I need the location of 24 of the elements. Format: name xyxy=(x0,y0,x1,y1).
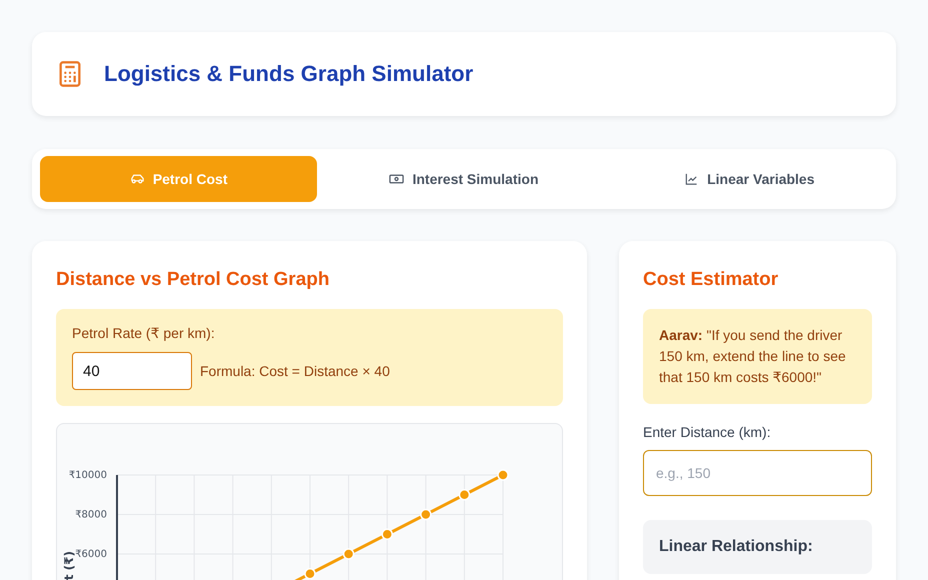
data-point xyxy=(458,489,470,500)
y-tick-label: ₹6000 xyxy=(75,549,107,560)
app-title: Logistics & Funds Graph Simulator xyxy=(104,61,474,87)
field-label: Enter Distance (km): xyxy=(643,424,772,440)
section-title: Distance vs Petrol Cost Graph xyxy=(56,269,330,291)
data-point xyxy=(381,528,393,540)
distance-input[interactable]: e.g., 150 xyxy=(643,450,872,496)
car-icon xyxy=(130,173,145,185)
tab[interactable]: Interest Simulation xyxy=(325,156,603,202)
tab[interactable]: Linear Variables xyxy=(610,156,888,202)
formula-text: Formula: Cost = Distance × 40 xyxy=(200,363,390,379)
section-title: Cost Estimator xyxy=(643,269,780,291)
line-chart-icon xyxy=(684,173,700,185)
rate-input[interactable]: 40 xyxy=(72,352,192,390)
data-point xyxy=(497,469,509,481)
y-tick-label: ₹8000 xyxy=(75,510,107,520)
data-point xyxy=(342,548,354,560)
data-point xyxy=(420,508,432,520)
banknote-icon xyxy=(389,173,404,185)
tip-note: Aarav: "If you send the driver 150 km, extend the line to see that 150 km costs ₹6000!" xyxy=(643,309,872,404)
y-tick-label: ₹10000 xyxy=(68,470,107,481)
field-label: Petrol Rate (₹ per km): xyxy=(72,325,216,342)
y-axis-title: t (₹) xyxy=(62,551,76,580)
panel-title: Linear Relationship: xyxy=(659,538,814,556)
